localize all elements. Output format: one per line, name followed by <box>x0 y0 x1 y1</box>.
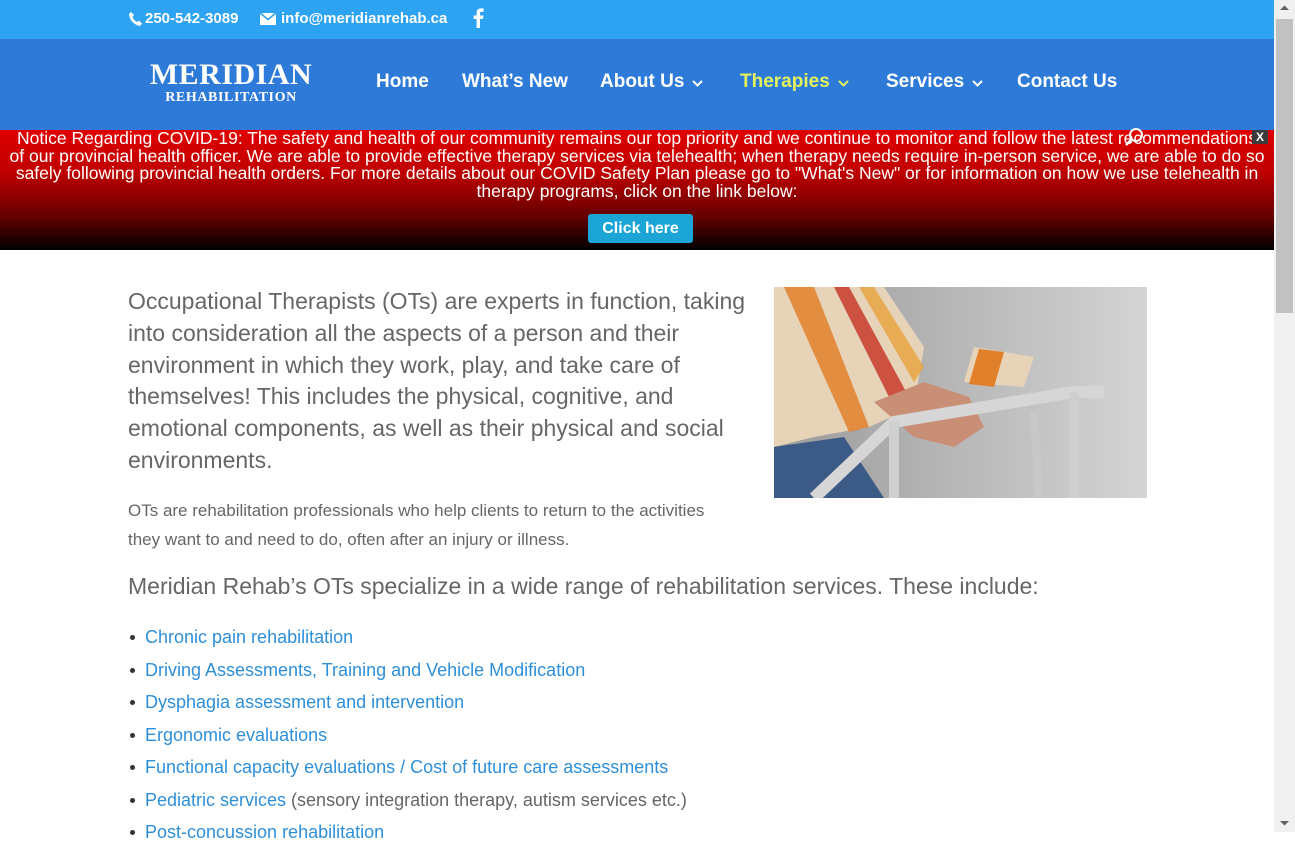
list-item: Chronic pain rehabilitation <box>128 622 687 655</box>
walker-photo <box>774 287 1147 498</box>
notice-text: Notice Regarding COVID-19: The safety an… <box>9 128 1265 201</box>
list-item: Post-concussion rehabilitation <box>128 817 687 850</box>
email-link[interactable]: info@meridianrehab.ca <box>260 10 447 27</box>
nav-label: Services <box>886 71 965 92</box>
nav-item-whats-new[interactable]: What’s New <box>462 71 568 93</box>
chronic-pain-link[interactable]: Chronic pain rehabilitation <box>145 627 353 647</box>
scrollbar-thumb[interactable] <box>1276 19 1293 313</box>
list-item: Pediatric services (sensory integration … <box>128 785 687 818</box>
list-item: Dysphagia assessment and intervention <box>128 687 687 720</box>
phone-icon <box>128 11 142 27</box>
site-header: MERIDIAN REHABILITATION Home What’s New … <box>0 39 1274 130</box>
nav-label: What’s New <box>462 71 568 92</box>
site-logo[interactable]: MERIDIAN REHABILITATION <box>138 60 324 106</box>
chevron-down-icon <box>838 71 849 93</box>
phone-link[interactable]: 250-542-3089 <box>128 10 238 27</box>
scroll-up-arrow-icon[interactable] <box>1274 0 1295 17</box>
nav-item-about-us[interactable]: About Us <box>600 71 704 93</box>
nav-label: About Us <box>600 71 685 92</box>
logo-line2: REHABILITATION <box>165 90 297 105</box>
close-notice-button[interactable]: X <box>1252 130 1268 144</box>
functional-capacity-link[interactable]: Functional capacity evaluations / Cost o… <box>145 757 668 777</box>
chevron-down-icon <box>972 71 983 93</box>
covid-notice-banner: Notice Regarding COVID-19: The safety an… <box>0 128 1274 250</box>
ots-paragraph: OTs are rehabilitation professionals who… <box>128 501 705 549</box>
facebook-icon[interactable] <box>473 8 484 28</box>
top-bar: 250-542-3089 info@meridianrehab.ca <box>0 0 1274 39</box>
post-concussion-link[interactable]: Post-concussion rehabilitation <box>145 822 384 842</box>
ergonomic-link[interactable]: Ergonomic evaluations <box>145 725 327 745</box>
list-item: Driving Assessments, Training and Vehicl… <box>128 655 687 688</box>
services-heading: Meridian Rehab’s OTs specialize in a wid… <box>128 573 1039 599</box>
logo-line1: MERIDIAN <box>149 58 313 91</box>
nav-item-contact-us[interactable]: Contact Us <box>1017 71 1117 93</box>
nav-label: Therapies <box>740 71 830 92</box>
nav-item-services[interactable]: Services <box>886 71 983 93</box>
page-scrollbar[interactable] <box>1274 0 1295 832</box>
intro-paragraph: Occupational Therapists (OTs) are expert… <box>128 288 746 473</box>
email-address: info@meridianrehab.ca <box>281 10 448 27</box>
dysphagia-link[interactable]: Dysphagia assessment and intervention <box>145 692 464 712</box>
list-item: Functional capacity evaluations / Cost o… <box>128 752 687 785</box>
click-here-button[interactable]: Click here <box>588 214 693 243</box>
list-item: Ergonomic evaluations <box>128 720 687 753</box>
nav-label: Home <box>376 71 429 92</box>
driving-assessments-link[interactable]: Driving Assessments, Training and Vehicl… <box>145 660 585 680</box>
envelope-icon <box>260 12 276 25</box>
phone-number: 250-542-3089 <box>145 10 239 27</box>
nav-item-therapies[interactable]: Therapies <box>740 71 849 93</box>
services-list: Chronic pain rehabilitation Driving Asse… <box>128 622 687 850</box>
nav-label: Contact Us <box>1017 71 1118 92</box>
pediatric-note: (sensory integration therapy, autism ser… <box>286 789 687 810</box>
search-icon[interactable] <box>1124 127 1144 152</box>
chevron-down-icon <box>692 71 704 93</box>
scroll-down-arrow-icon[interactable] <box>1274 815 1295 832</box>
nav-item-home[interactable]: Home <box>376 71 429 93</box>
pediatric-services-link[interactable]: Pediatric services <box>145 790 286 810</box>
